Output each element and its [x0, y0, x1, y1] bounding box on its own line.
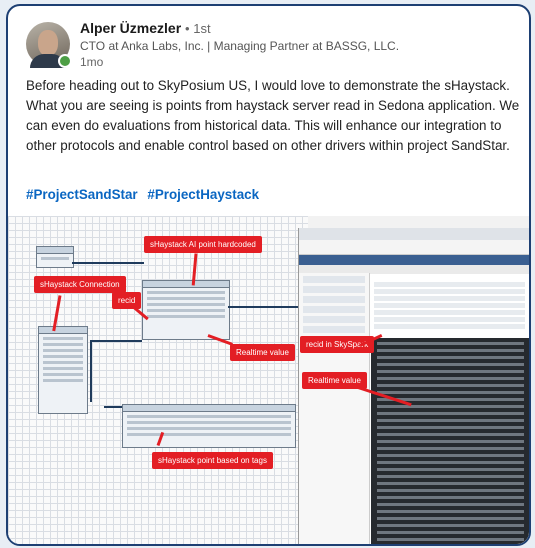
author-headline: CTO at Anka Labs, Inc. | Managing Partne…: [80, 39, 400, 53]
callout-tags: sHaystack point based on tags: [152, 452, 273, 469]
post-body: Before heading out to SkyPosium US, I wo…: [26, 78, 520, 153]
skyspark-sidebar: [299, 273, 370, 544]
browser-tabs: [299, 228, 529, 240]
avatar-face: [38, 30, 58, 56]
hashtags: #ProjectSandStar #ProjectHaystack: [26, 187, 265, 202]
wire: [72, 262, 144, 264]
online-status-dot: [58, 54, 72, 68]
post-time: 1mo: [80, 55, 104, 69]
hashtag-projectsandstar[interactable]: #ProjectSandStar: [26, 187, 138, 202]
author-name[interactable]: Alper Üzmezler: [80, 20, 181, 36]
author-line: Alper Üzmezler • 1st: [80, 20, 211, 36]
wiresheet-block-connection: [38, 326, 88, 414]
wire: [90, 340, 142, 342]
skyspark-record-inspector: [371, 338, 529, 544]
callout-connection: sHaystack Connection: [34, 276, 126, 293]
wire: [104, 406, 122, 408]
post-image[interactable]: sHaystack AI point hardcoded sHaystack C…: [8, 216, 529, 544]
wiresheet-block-ai-point: [142, 280, 230, 340]
callout-realtime-left: Realtime value: [230, 344, 295, 361]
wire: [228, 306, 298, 308]
callout-ai-point: sHaystack AI point hardcoded: [144, 236, 262, 253]
browser-address-bar[interactable]: [299, 240, 529, 255]
skyspark-point-table: [371, 280, 528, 336]
hashtag-projecthaystack[interactable]: #ProjectHaystack: [147, 187, 259, 202]
skyspark-app-bar: [299, 255, 529, 265]
wiresheet-block-tag-point: [122, 404, 296, 448]
wiresheet-block: [36, 246, 74, 268]
post-card: Alper Üzmezler • 1st CTO at Anka Labs, I…: [6, 4, 531, 546]
connection-degree: • 1st: [185, 21, 211, 36]
callout-recid: recid: [112, 292, 142, 309]
wire: [90, 340, 92, 402]
